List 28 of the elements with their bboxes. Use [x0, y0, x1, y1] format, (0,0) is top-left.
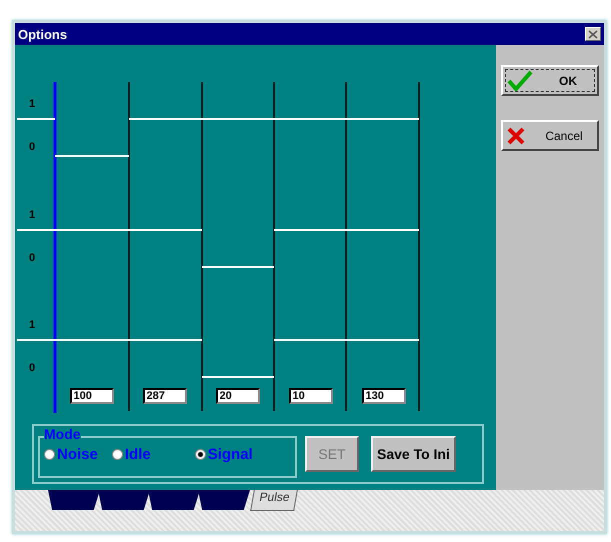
radio-button[interactable] — [44, 449, 55, 460]
input-field[interactable]: 20 — [216, 388, 260, 404]
x-icon — [507, 126, 525, 144]
input-field[interactable]: 100 — [70, 388, 114, 404]
input-field[interactable]: 10 — [288, 388, 332, 404]
close-button[interactable] — [585, 27, 601, 41]
checkmark-icon — [507, 70, 533, 92]
cancel-button[interactable]: Cancel — [501, 120, 599, 151]
level-label: 0 — [29, 141, 36, 153]
radio-button[interactable] — [112, 449, 123, 460]
tab[interactable] — [198, 490, 250, 510]
level-label: 0 — [29, 362, 36, 374]
tab[interactable]: Pulse — [250, 490, 298, 511]
save-button[interactable]: Save To Ini — [371, 436, 456, 472]
group-label: Mode — [44, 427, 81, 441]
ok-button[interactable]: OK — [501, 65, 599, 96]
tab[interactable] — [48, 490, 100, 510]
level-label: 0 — [29, 252, 36, 264]
level-label: 1 — [29, 98, 36, 110]
radio-button[interactable] — [194, 449, 206, 460]
window-title: Options — [18, 26, 68, 42]
level-label: 1 — [29, 209, 36, 221]
level-label: 1 — [29, 319, 36, 331]
close-icon — [588, 30, 598, 38]
tab[interactable] — [98, 490, 150, 510]
input-field[interactable]: 287 — [142, 388, 186, 404]
input-field[interactable]: 130 — [362, 388, 406, 404]
tab[interactable] — [148, 490, 200, 510]
